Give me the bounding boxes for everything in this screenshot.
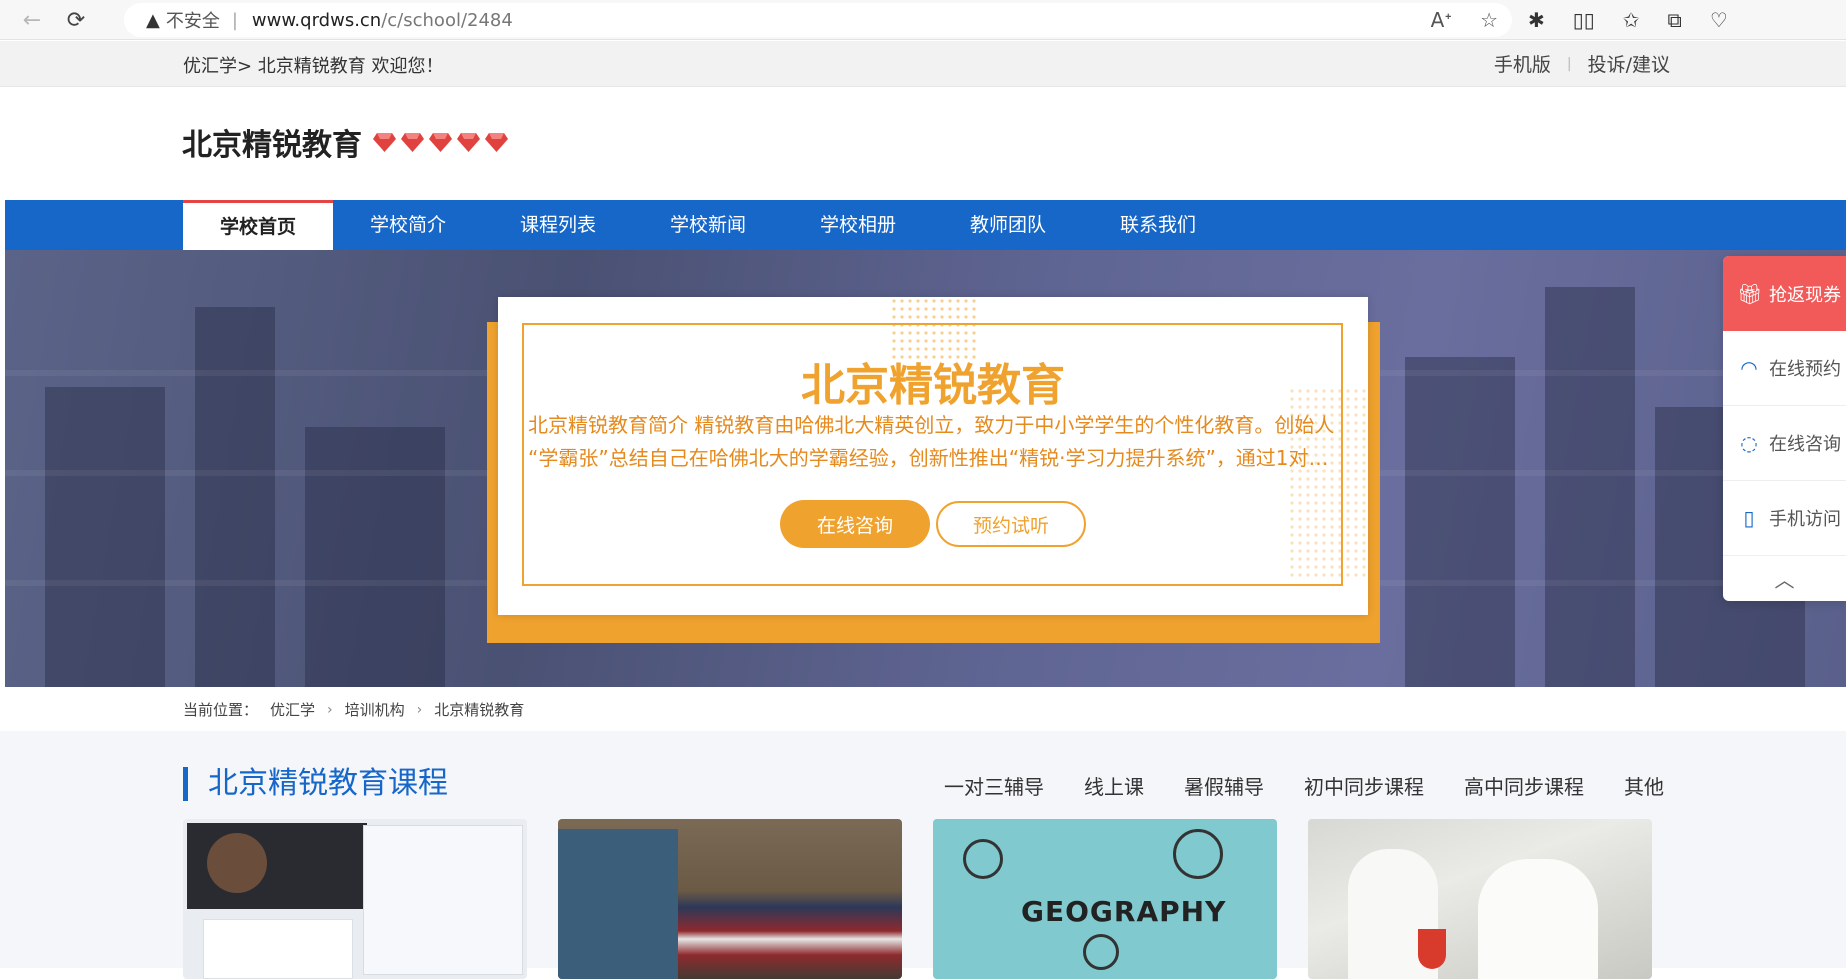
floating-service-panel: 🎁︎ 抢返现券 ◠ 在线预约 ◌ 在线咨询 ▯ 手机访问 ︿: [1723, 256, 1846, 601]
nav-item-album[interactable]: 学校相册: [783, 200, 933, 250]
card-title: 北京精锐教育: [801, 360, 1065, 411]
nav-item-courses[interactable]: 课程列表: [483, 200, 633, 250]
flask-figure: [1418, 929, 1446, 969]
geography-text: GEOGRAPHY: [1021, 895, 1227, 928]
tab-one-to-three[interactable]: 一对三辅导: [944, 771, 1044, 800]
course-thumbnail[interactable]: [183, 819, 527, 979]
doodle-circle: [1083, 934, 1119, 970]
extensions-icon[interactable]: ✱: [1528, 8, 1545, 32]
gem-icon: [401, 133, 424, 152]
course-thumbnail[interactable]: GEOGRAPHY: [933, 819, 1277, 979]
breadcrumb: 当前位置： 优汇学 › 培训机构 › 北京精锐教育: [183, 699, 524, 720]
teacher-figure: [1478, 859, 1598, 979]
nav-item-intro[interactable]: 学校简介: [333, 200, 483, 250]
gift-icon: 🎁︎: [1737, 281, 1763, 306]
site-header: 北京精锐教育: [0, 87, 1846, 200]
document-preview: [203, 919, 353, 979]
nav-item-home[interactable]: 学校首页: [183, 200, 333, 250]
breadcrumb-item[interactable]: 优汇学: [270, 699, 315, 720]
chevron-right-icon: ›: [327, 701, 333, 718]
favorite-star-icon[interactable]: ☆: [1480, 8, 1498, 32]
tab-middle-school[interactable]: 初中同步课程: [1304, 771, 1424, 800]
url-path: /c/school/2484: [381, 9, 513, 31]
intro-card: 北京精锐教育 北京精锐教育简介 精锐教育由哈佛北大精英创立，致力于中小学学生的个…: [498, 297, 1368, 615]
book-trial-button[interactable]: 预约试听: [936, 501, 1086, 547]
cashback-coupon-button[interactable]: 🎁︎ 抢返现券: [1723, 256, 1846, 331]
doodle-circle: [1173, 829, 1223, 879]
nav-item-contact[interactable]: 联系我们: [1083, 200, 1233, 250]
courses-section: 北京精锐教育课程 一对三辅导 线上课 暑假辅导 初中同步课程 高中同步课程 其他…: [0, 731, 1846, 979]
online-chat-button[interactable]: ◌ 在线咨询: [1723, 406, 1846, 481]
course-thumbnail[interactable]: [1308, 819, 1652, 979]
read-aloud-icon[interactable]: Aᐩ: [1431, 8, 1452, 32]
city-silhouette: [195, 307, 275, 687]
tab-high-school[interactable]: 高中同步课程: [1464, 771, 1584, 800]
gem-icon: [485, 133, 508, 152]
gem-icon: [429, 133, 452, 152]
tab-summer[interactable]: 暑假辅导: [1184, 771, 1264, 800]
scroll-top-button[interactable]: ︿: [1723, 556, 1846, 601]
world-map: [558, 829, 678, 979]
back-button[interactable]: ←: [12, 0, 52, 40]
breadcrumb-prefix: 当前位置：: [183, 701, 259, 719]
doodle-circle: [963, 839, 1003, 879]
online-consult-button[interactable]: 在线咨询: [780, 500, 930, 548]
top-strip: 优汇学> 北京精锐教育 欢迎您！ 手机版 | 投诉/建议: [0, 41, 1846, 87]
browser-toolbar: ← ⟳ ▲ 不安全 | www.qrdws.cn /c/school/2484 …: [0, 0, 1846, 40]
main-nav: 学校首页 学校简介 课程列表 学校新闻 学校相册 教师团队 联系我们: [5, 200, 1846, 250]
card-description-line1: 北京精锐教育简介 精锐教育由哈佛北大精英创立，致力于中小学学生的个性化教育。创始…: [528, 413, 1335, 437]
address-bar[interactable]: ▲ 不安全 | www.qrdws.cn /c/school/2484 Aᐩ ☆: [124, 3, 1512, 37]
welcome-text: 优汇学> 北京精锐教育 欢迎您！: [183, 56, 444, 77]
feedback-link[interactable]: 投诉/建议: [1588, 50, 1670, 77]
app-panel: [363, 825, 523, 975]
video-frame: [187, 823, 367, 909]
city-silhouette: [45, 387, 165, 687]
breadcrumb-bar: 当前位置： 优汇学 › 培训机构 › 北京精锐教育: [0, 687, 1846, 731]
address-separator: |: [231, 9, 238, 31]
course-thumbnail[interactable]: [558, 819, 902, 979]
mobile-version-link[interactable]: 手机版: [1494, 50, 1551, 77]
fp-label: 抢返现券: [1769, 284, 1841, 306]
gem-icon: [373, 133, 396, 152]
favorites-icon[interactable]: ✩: [1623, 8, 1640, 32]
city-silhouette: [1545, 287, 1635, 687]
course-thumbnails: GEOGRAPHY: [183, 819, 1652, 979]
rating-gems: [372, 131, 509, 153]
tab-other[interactable]: 其他: [1624, 771, 1664, 800]
split-screen-icon[interactable]: ▯▯: [1573, 8, 1595, 32]
nav-item-news[interactable]: 学校新闻: [633, 200, 783, 250]
performance-icon[interactable]: ♡: [1710, 8, 1728, 32]
online-booking-button[interactable]: ◠ 在线预约: [1723, 331, 1846, 406]
url-host: www.qrdws.cn: [251, 9, 382, 31]
phone-icon: ▯: [1743, 506, 1755, 530]
headset-icon: ◠: [1740, 356, 1758, 380]
chat-icon: ◌: [1740, 431, 1758, 455]
reload-button[interactable]: ⟳: [56, 0, 96, 40]
city-silhouette: [305, 427, 445, 687]
course-category-tabs: 一对三辅导 线上课 暑假辅导 初中同步课程 高中同步课程 其他: [944, 771, 1664, 800]
gem-icon: [457, 133, 480, 152]
fp-label: 在线预约: [1769, 359, 1841, 380]
tab-online[interactable]: 线上课: [1084, 771, 1144, 800]
nav-item-teachers[interactable]: 教师团队: [933, 200, 1083, 250]
breadcrumb-item[interactable]: 培训机构: [345, 699, 405, 720]
collections-icon[interactable]: ⧉: [1668, 8, 1682, 32]
section-title: 北京精锐教育课程: [183, 767, 448, 801]
card-description-line2: “学霸张”总结自己在哈佛北大的学霸经验，创新性推出“精锐·学习力提升系统”，通过…: [528, 446, 1338, 470]
chevron-right-icon: ›: [416, 701, 423, 718]
fp-label: 在线咨询: [1769, 434, 1841, 455]
breadcrumb-item: 北京精锐教育: [434, 701, 525, 719]
school-name: 北京精锐教育: [182, 128, 362, 163]
city-silhouette: [1405, 357, 1515, 687]
security-status: 不安全: [165, 11, 220, 32]
fp-label: 手机访问: [1769, 509, 1841, 530]
warning-icon: ▲: [146, 9, 160, 31]
link-divider: |: [1566, 55, 1572, 72]
person-figure: [207, 833, 267, 893]
mobile-access-button[interactable]: ▯ 手机访问: [1723, 481, 1846, 556]
